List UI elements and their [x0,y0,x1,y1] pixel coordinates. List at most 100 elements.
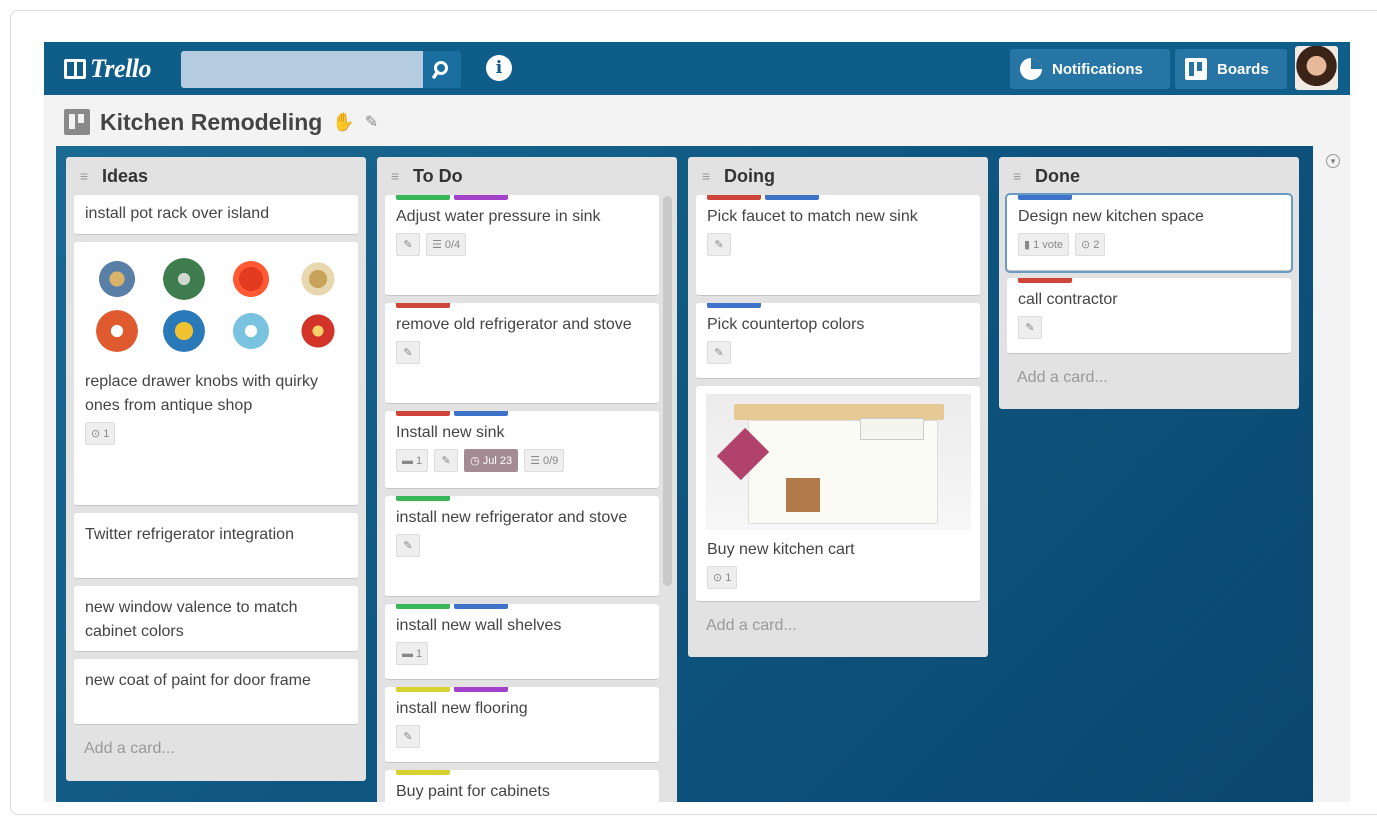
card-title: install new flooring [396,700,528,717]
card-title: install new refrigerator and stove [396,509,628,526]
list-title: Ideas [102,165,149,186]
add-card-link[interactable]: Add a card... [696,609,980,643]
notifications-button[interactable]: Notifications [1010,49,1170,89]
description-badge: ✎ [396,341,420,364]
list-header[interactable]: ≡ Done [1007,157,1291,195]
description-badge: ✎ [434,449,459,472]
card[interactable]: Buy new kitchen cart ⊙ 1 [696,386,980,602]
list-title: To Do [413,165,463,186]
card-title: install new wall shelves [396,617,562,634]
trello-logo[interactable]: Trello [64,54,152,84]
list-header[interactable]: ≡ Ideas [74,157,358,195]
info-icon[interactable]: i [486,55,512,81]
card-badges: ▮ 1 vote ⊙ 2 [1018,233,1281,256]
label-red [396,411,450,416]
description-badge: ✎ [707,233,731,256]
label-green [396,496,450,501]
list-todo: ≡ To Do Adjust water pressure in sink ✎ … [377,157,677,802]
attachment-icon: ⊙ [91,427,101,440]
description-badge: ✎ [707,341,731,364]
checklist-icon: ☰ [432,238,442,251]
attachment-icon: ⊙ [1081,238,1091,251]
edit-pencil-icon[interactable]: ✎ [365,112,378,132]
checklist-badge: ☰ 0/4 [426,233,467,256]
card-labels [396,195,508,200]
card[interactable]: Design new kitchen space ▮ 1 vote ⊙ 2 [1007,195,1291,271]
card-labels [396,687,508,692]
due-date-badge: ◷ Jul 23 [464,449,519,472]
cart-image-drawer [860,418,924,440]
card[interactable]: install new flooring ✎ [385,687,659,763]
card[interactable]: Adjust water pressure in sink ✎ ☰ 0/4 [385,195,659,296]
card-badges: ✎ [396,341,649,364]
description-badge: ✎ [396,233,420,256]
card-badges: ✎ [396,725,649,748]
card[interactable]: new window valence to match cabinet colo… [74,586,358,652]
list-menu-icon[interactable]: ≡ [1013,168,1026,184]
search-input[interactable] [181,51,423,88]
pencil-icon: ✎ [403,346,413,359]
vote-icon: ▮ [1024,238,1031,251]
card-title: Buy paint for cabinets [396,783,550,800]
knob-image [230,258,273,300]
list-header[interactable]: ≡ To Do [385,157,659,195]
card-badges: ✎ [707,341,970,364]
card-badges: ✎ [707,233,970,256]
knob-image [297,258,340,300]
card[interactable]: install pot rack over island [74,195,358,235]
card[interactable]: Pick faucet to match new sink ✎ [696,195,980,296]
card-badges: ▬ 1 ✎ ◷ Jul 23 ☰ 0/9 [396,449,649,472]
add-card-link[interactable]: Add a card... [1007,361,1291,395]
card-labels [707,303,761,308]
card-title: Pick countertop colors [707,316,865,333]
knob-image [95,258,138,300]
card-title: install pot rack over island [85,205,270,222]
card-labels [396,496,450,501]
card-title: remove old refrigerator and stove [396,316,632,333]
user-avatar[interactable] [1295,46,1338,90]
notifications-icon [1020,58,1042,80]
checklist-icon: ☰ [530,454,540,467]
trello-logo-text: Trello [90,54,152,83]
card[interactable]: call contractor ✎ [1007,278,1291,354]
card[interactable]: replace drawer knobs with quirky ones fr… [74,242,358,506]
card[interactable]: Buy paint for cabinets [385,770,659,802]
card-badges: ✎ [1018,316,1281,339]
card-badges: ▬ 1 [396,642,649,665]
card-title: Buy new kitchen cart [707,541,855,558]
card-labels [396,303,450,308]
knob-image [162,258,205,300]
card[interactable]: install new refrigerator and stove ✎ [385,496,659,597]
list-header[interactable]: ≡ Doing [696,157,980,195]
card[interactable]: Twitter refrigerator integration [74,513,358,579]
sidebar-toggle-icon[interactable]: ▾ [1326,154,1340,168]
card[interactable]: Install new sink ▬ 1 ✎ ◷ Jul 23 ☰ 0/9 [385,411,659,489]
star-icon[interactable]: ✋ [332,112,354,133]
pencil-icon: ✎ [403,539,413,552]
knob-image [95,310,138,352]
trello-app: Trello i Notifications Boards Kitchen Re… [44,42,1350,802]
notifications-label: Notifications [1052,60,1143,78]
card[interactable]: install new wall shelves ▬ 1 [385,604,659,680]
card-cover-image [706,394,971,530]
card[interactable]: new coat of paint for door frame [74,659,358,725]
label-yellow [396,687,450,692]
label-yellow [396,770,450,775]
search-button[interactable] [423,51,461,88]
card[interactable]: remove old refrigerator and stove ✎ [385,303,659,404]
list-scrollbar[interactable] [663,196,672,586]
boards-label: Boards [1217,60,1269,78]
list-menu-icon[interactable]: ≡ [391,168,404,184]
boards-button[interactable]: Boards [1175,49,1287,89]
card[interactable]: Pick countertop colors ✎ [696,303,980,379]
knob-image [162,310,205,352]
board-title[interactable]: Kitchen Remodeling [100,109,322,136]
cart-image-box [786,478,820,512]
add-card-link[interactable]: Add a card... [74,732,358,766]
list-menu-icon[interactable]: ≡ [702,168,715,184]
attachment-badge: ⊙ 1 [707,566,738,589]
list-menu-icon[interactable]: ≡ [80,168,93,184]
card-title: Twitter refrigerator integration [85,526,294,543]
comments-badge: ▬ 1 [396,642,429,665]
label-red [707,195,761,200]
